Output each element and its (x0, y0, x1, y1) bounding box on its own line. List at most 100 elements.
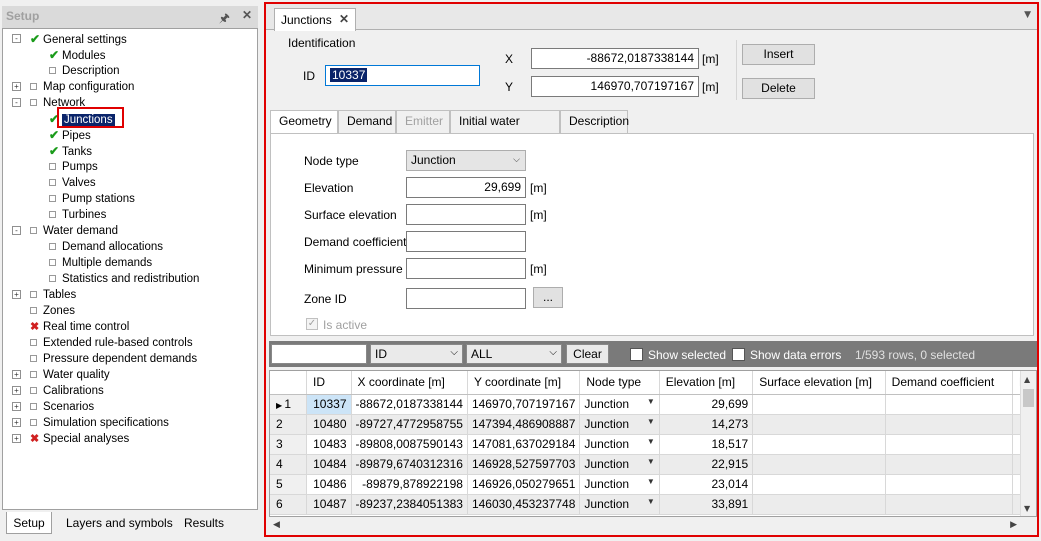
pin-icon[interactable]: 🖈 (219, 9, 230, 30)
tab-geometry[interactable]: Geometry (270, 110, 338, 134)
tree-item-demand-allocations[interactable]: Demand allocations (49, 239, 163, 255)
insert-button[interactable]: Insert (742, 44, 815, 65)
tab-junctions[interactable]: Junctions ✕ (274, 8, 356, 31)
column-header[interactable] (270, 371, 307, 395)
y-coordinate-field[interactable]: 146970,707197167 (531, 76, 699, 97)
table-row[interactable]: 5 10486 -89879,878922198 146926,050279651 Ju… (270, 474, 1036, 495)
table-row[interactable]: ▶ 1 10337 -88672,0187338144 146970,70719716… (270, 394, 1036, 415)
table-cell[interactable]: 10480 (306, 414, 352, 435)
table-cell[interactable]: 10486 (306, 474, 352, 495)
tab-description[interactable]: Description (560, 110, 629, 133)
table-cell[interactable]: 147394,486908887 (467, 414, 581, 435)
tree-item-special-analyses[interactable]: ✖ Special analyses (30, 431, 129, 447)
close-tab-icon[interactable]: ✕ (339, 12, 349, 26)
id-input[interactable]: 10337 (325, 65, 480, 86)
table-cell[interactable] (885, 434, 1013, 455)
column-header[interactable]: Node type (579, 371, 660, 395)
close-icon[interactable]: ✕ (242, 8, 252, 22)
tab-setup[interactable]: Setup (6, 512, 52, 534)
table-cell[interactable] (752, 494, 886, 515)
table-cell[interactable]: 10337 (306, 394, 352, 415)
scroll-left-icon[interactable]: ◀ (273, 520, 280, 530)
table-cell[interactable] (752, 434, 886, 455)
table-cell[interactable] (885, 394, 1013, 415)
tree-expander-icon[interactable]: + (12, 402, 21, 411)
scope-select[interactable]: ALL ⌵ (466, 344, 562, 364)
table-cell[interactable]: -88672,0187338144 (351, 394, 468, 415)
tab-layers-and-symbols[interactable]: Layers and symbols (66, 512, 176, 534)
table-cell[interactable]: 146928,527597703 (467, 454, 581, 475)
tree-item-map-configuration[interactable]: Map configuration (30, 79, 134, 95)
tree-item-calibrations[interactable]: Calibrations (30, 383, 104, 399)
table-cell[interactable]: 146926,050279651 (467, 474, 581, 495)
scroll-thumb[interactable] (1023, 389, 1034, 407)
vertical-scrollbar[interactable]: ▲ ▼ (1020, 371, 1036, 516)
tab-demand[interactable]: Demand (338, 110, 396, 133)
tree-item-general-settings[interactable]: ✔ General settings (30, 31, 127, 47)
table-cell[interactable]: 18,517 (659, 434, 754, 455)
table-cell[interactable]: 14,273 (659, 414, 754, 435)
tree-item-pump-stations[interactable]: Pump stations (49, 191, 135, 207)
column-header[interactable]: ID (306, 371, 352, 395)
node-type-cell[interactable]: Junction ▼ (579, 474, 660, 495)
column-header[interactable]: Demand coefficient (885, 371, 1013, 395)
table-cell[interactable]: -89808,0087590143 (351, 434, 468, 455)
table-row[interactable]: 6 10487 -89237,2384051383 146030,453237748 J… (270, 494, 1036, 515)
table-cell[interactable]: -89237,2384051383 (351, 494, 468, 515)
chevron-down-icon[interactable]: ▼ (647, 437, 655, 446)
table-cell[interactable]: 22,915 (659, 454, 754, 475)
table-cell[interactable]: -89879,878922198 (351, 474, 468, 495)
scroll-down-icon[interactable]: ▼ (1024, 504, 1030, 513)
minimum-pressure-field[interactable] (406, 258, 526, 279)
tree-item-valves[interactable]: Valves (49, 175, 96, 191)
tree-expander-icon[interactable]: + (12, 370, 21, 379)
tree-item-pumps[interactable]: Pumps (49, 159, 98, 175)
table-cell[interactable] (885, 494, 1013, 515)
tree-item-turbines[interactable]: Turbines (49, 207, 106, 223)
table-cell[interactable]: 23,014 (659, 474, 754, 495)
node-type-cell[interactable]: Junction ▼ (579, 494, 660, 515)
chevron-down-icon[interactable]: ▼ (647, 417, 655, 426)
table-cell[interactable]: -89727,4772958755 (351, 414, 468, 435)
tree-item-simulation-specifications[interactable]: Simulation specifications (30, 415, 169, 431)
delete-button[interactable]: Delete (742, 78, 815, 99)
column-header[interactable]: Surface elevation [m] (752, 371, 886, 395)
horizontal-scrollbar[interactable]: ◀ ▶ (269, 518, 1037, 534)
surface-elevation-field[interactable] (406, 204, 526, 225)
grid-search-input[interactable] (271, 344, 367, 364)
chevron-down-icon[interactable]: ▼ (647, 457, 655, 466)
table-cell[interactable]: 33,891 (659, 494, 754, 515)
tree-expander-icon[interactable]: - (12, 226, 21, 235)
field-select[interactable]: ID ⌵ (370, 344, 463, 364)
column-header[interactable]: Y coordinate [m] (467, 371, 581, 395)
chevron-down-icon[interactable]: ▼ (647, 497, 655, 506)
table-cell[interactable]: 10483 (306, 434, 352, 455)
tree-item-description[interactable]: Description (49, 63, 120, 79)
tab-initial-water-quality[interactable]: Initial water quality (450, 110, 560, 149)
show-selected-checkbox[interactable] (630, 348, 643, 361)
tab-results[interactable]: Results (184, 512, 234, 534)
table-cell[interactable] (752, 474, 886, 495)
tree-item-zones[interactable]: Zones (30, 303, 75, 319)
node-type-cell[interactable]: Junction ▼ (579, 394, 660, 415)
zone-browse-button[interactable]: ... (533, 287, 563, 308)
node-type-cell[interactable]: Junction ▼ (579, 454, 660, 475)
demand-coefficient-field[interactable] (406, 231, 526, 252)
node-type-cell[interactable]: Junction ▼ (579, 434, 660, 455)
tree-item-water-demand[interactable]: Water demand (30, 223, 118, 239)
zone-id-field[interactable] (406, 288, 526, 309)
scroll-right-icon[interactable]: ▶ (1010, 520, 1017, 530)
tree-item-tanks[interactable]: ✔ Tanks (49, 143, 92, 159)
column-header[interactable]: Elevation [m] (659, 371, 754, 395)
table-cell[interactable]: 146970,707197167 (467, 394, 581, 415)
node-type-cell[interactable]: Junction ▼ (579, 414, 660, 435)
table-cell[interactable]: 10484 (306, 454, 352, 475)
chevron-down-icon[interactable]: ▼ (647, 477, 655, 486)
tree-expander-icon[interactable]: + (12, 386, 21, 395)
chevron-down-icon[interactable]: ▼ (647, 397, 655, 406)
tree-item-statistics-and-redistribution[interactable]: Statistics and redistribution (49, 271, 199, 287)
table-cell[interactable] (885, 474, 1013, 495)
tree-item-modules[interactable]: ✔ Modules (49, 47, 105, 63)
table-row[interactable]: 4 10484 -89879,6740312316 146928,527597703 J… (270, 454, 1036, 475)
tree-expander-icon[interactable]: + (12, 418, 21, 427)
